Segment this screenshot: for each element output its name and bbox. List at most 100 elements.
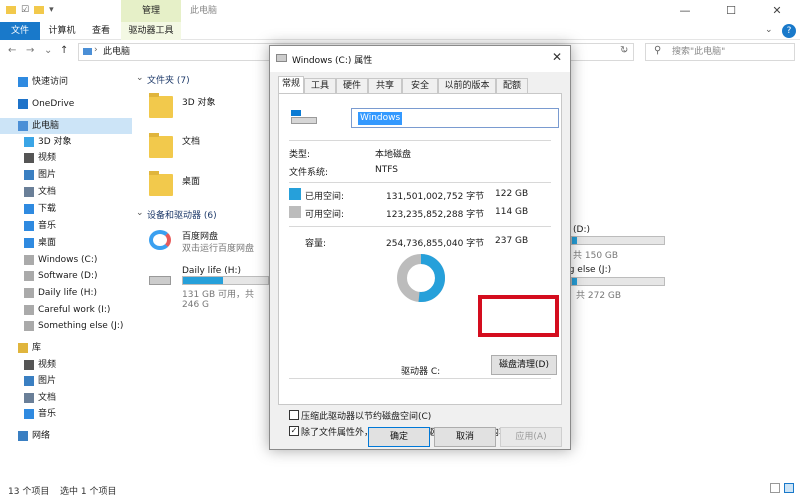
sidebar-item[interactable]: 音乐 [0,406,132,422]
used-bytes: 131,501,002,752 字节 [386,192,485,202]
forward-button[interactable]: → [26,45,34,56]
sidebar-item[interactable]: Software (D:) [0,268,132,284]
list-item[interactable]: 桌面 [133,169,253,201]
usage-donut-chart [397,254,445,302]
sidebar-item[interactable]: 桌面 [0,235,132,251]
details-view-icon[interactable] [770,483,780,493]
free-bytes: 123,235,852,288 字节 [386,210,485,220]
baidu-netdisk-icon [149,230,171,250]
music-icon [24,221,34,231]
sidebar-item[interactable]: 下载 [0,201,132,217]
tab-previous-versions[interactable]: 以前的版本 [438,78,496,94]
sidebar-item[interactable]: Careful work (I:) [0,302,132,318]
sidebar-item[interactable]: 音乐 [0,218,132,234]
sidebar-item[interactable]: 文档 [0,390,132,406]
sidebar-item[interactable]: 视频 [0,150,132,166]
tab-view[interactable]: 查看 [84,22,118,40]
sidebar-item[interactable]: 3D 对象 [0,134,132,150]
maximize-button[interactable]: ☐ [708,0,754,22]
dialog-title: Windows (C:) 属性 [292,56,373,66]
sidebar-item[interactable]: 视频 [0,357,132,373]
tab-quota[interactable]: 配额 [496,78,528,94]
drive-icon [24,288,34,298]
customize-dropdown-icon[interactable]: ▾ [49,5,54,15]
music-icon [24,409,34,419]
drive-icon [24,255,34,265]
drive-d-label: (D:) [573,225,590,235]
compress-checkbox[interactable] [289,410,299,420]
recent-dropdown-icon[interactable]: ⌄ [44,45,52,56]
tab-file[interactable]: 文件 [0,22,40,40]
breadcrumb[interactable]: 此电脑 [103,44,130,60]
refresh-icon[interactable]: ↻ [620,45,628,56]
sidebar-item[interactable]: 文档 [0,184,132,200]
tab-security[interactable]: 安全 [402,78,438,94]
tab-computer[interactable]: 计算机 [42,22,82,40]
sidebar-item[interactable]: 图片 [0,167,132,183]
folder-icon [149,93,173,118]
baidu-sub: 双击运行百度网盘 [182,244,255,254]
sidebar-item[interactable]: 快速访问 [0,74,132,90]
minimize-button[interactable]: — [662,0,708,22]
drive-h-usage-bar [182,276,269,285]
index-checkbox[interactable]: ✓ [289,426,299,436]
tab-tools[interactable]: 工具 [304,78,336,94]
sidebar-item[interactable]: 此电脑 [0,118,132,134]
tab-sharing[interactable]: 共享 [368,78,402,94]
sidebar-item[interactable]: 库 [0,340,132,356]
group-header-devices[interactable]: 设备和驱动器 (6) [147,208,217,221]
folder-label: 文档 [182,137,201,147]
search-input[interactable]: ⚲ 搜索"此电脑" [645,43,795,61]
collapse-devices-icon[interactable]: ⌄ [136,208,144,218]
sidebar-item[interactable]: 图片 [0,373,132,389]
sidebar-item-label: 3D 对象 [38,137,72,147]
group-header-folders[interactable]: 文件夹 (7) [147,73,190,86]
close-button[interactable]: ✕ [754,0,800,22]
sidebar-item-label: 桌面 [38,238,57,248]
list-item[interactable]: (D:) 共 150 GB [571,224,665,261]
tab-hardware[interactable]: 硬件 [336,78,368,94]
sidebar-item[interactable]: Windows (C:) [0,252,132,268]
video-icon [24,153,34,163]
new-folder-icon[interactable] [34,6,45,14]
sidebar-item-label: OneDrive [32,99,75,109]
ribbon-expand-icon[interactable]: ⌄ [765,25,773,35]
disk-cleanup-button[interactable]: 磁盘清理(D) [491,355,557,375]
large-icons-view-icon[interactable] [784,483,794,493]
ok-button[interactable]: 确定 [368,427,430,447]
sidebar-item-label: 文档 [38,187,57,197]
sidebar-item[interactable]: OneDrive [0,96,132,112]
sidebar-item-label: 快速访问 [32,77,69,87]
apply-button[interactable]: 应用(A) [500,427,562,447]
up-button[interactable]: ↑ [60,45,68,56]
ribbon-tabs: 文件 计算机 查看 驱动器工具 ⌄ ? [0,22,800,40]
navigation-pane: 快速访问 OneDrive 此电脑 3D 对象 视频 图片 文档 下载 音乐 桌面 Windows … [0,70,132,480]
back-button[interactable]: ← [8,45,16,56]
properties-icon[interactable]: ☑ [21,5,29,15]
sidebar-item-label: 视频 [38,153,57,163]
list-item[interactable]: 百度网盘 双击运行百度网盘 [133,226,263,256]
sidebar-item-label: 下载 [38,204,57,214]
tab-drive-tools[interactable]: 驱动器工具 [121,22,181,40]
status-bar: 13 个项目 选中 1 个项目 [0,480,800,500]
sidebar-item-label: 此电脑 [32,121,60,131]
collapse-folders-icon[interactable]: ⌄ [136,73,144,83]
drive-icon [24,305,34,315]
download-icon [24,204,34,214]
sidebar-item[interactable]: Something else (J:) [0,318,132,334]
list-item[interactable]: Daily life (H:) 131 GB 可用，共 246 G [133,262,269,310]
cancel-button[interactable]: 取消 [434,427,496,447]
list-item[interactable]: ng else (J:) ，共 272 GB [563,265,665,301]
dialog-close-icon[interactable]: ✕ [552,50,562,64]
drive-icon [24,271,34,281]
sidebar-item[interactable]: 网络 [0,428,132,444]
list-item[interactable]: 3D 对象 [133,92,253,124]
cloud-icon [18,99,28,109]
free-gb: 114 GB [495,207,529,217]
drive-name-input[interactable]: Windows [351,108,559,128]
list-item[interactable]: 文档 [133,130,253,162]
help-icon[interactable]: ? [782,24,796,38]
sidebar-item[interactable]: Daily life (H:) [0,285,132,301]
context-tab-manage[interactable]: 管理 [121,0,181,22]
sidebar-item-label: Something else (J:) [38,321,124,331]
